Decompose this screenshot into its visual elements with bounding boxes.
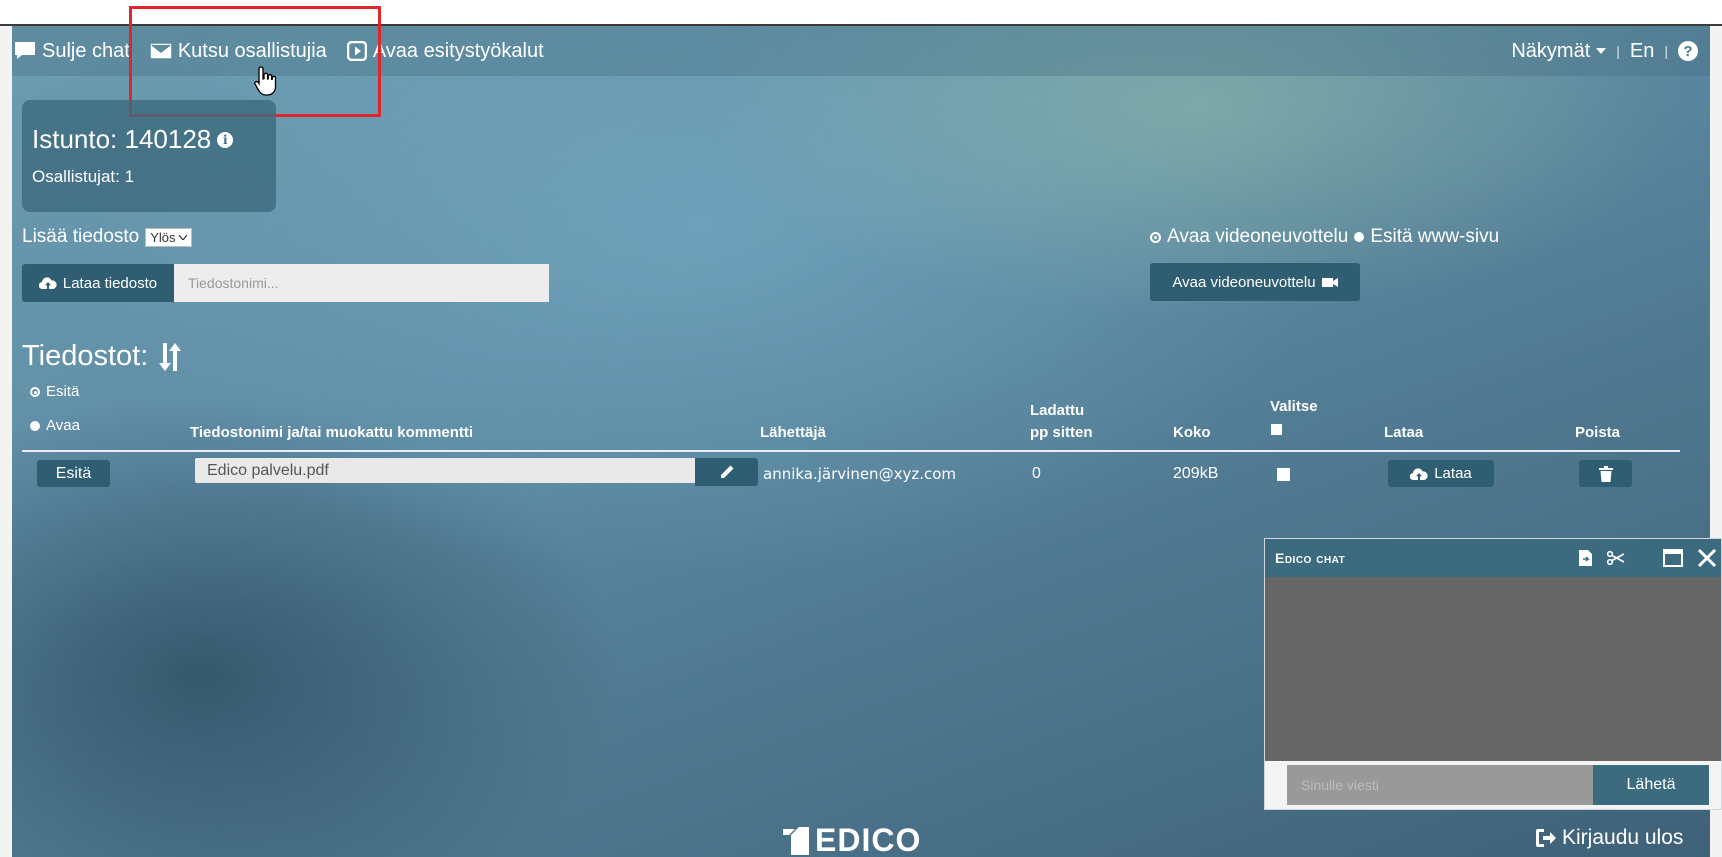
files-heading-label: Tiedostot: <box>22 340 149 372</box>
trash-icon <box>1598 465 1613 482</box>
upload-file-button[interactable]: Lataa tiedosto <box>22 264 174 302</box>
present-radio-option[interactable]: Esitä <box>30 383 79 400</box>
present-file-button[interactable]: Esitä <box>37 460 110 487</box>
pencil-icon <box>720 465 733 478</box>
delete-file-button[interactable] <box>1579 460 1632 487</box>
direction-select-value: Ylös <box>150 229 176 245</box>
chat-message-input[interactable]: Sinulle viesti <box>1287 765 1593 805</box>
radio-open <box>30 420 40 431</box>
close-chat-label: Sulje chat <box>42 39 130 62</box>
chat-bubble-icon <box>15 42 35 59</box>
column-header-select: Valitse <box>1270 398 1318 415</box>
select-file-checkbox[interactable] <box>1277 468 1290 481</box>
logout-link[interactable]: Kirjaudu ulos <box>1536 826 1683 850</box>
hand-cursor-icon <box>254 66 277 96</box>
upload-file-label: Lataa tiedosto <box>62 274 158 292</box>
open-video-conference-button[interactable]: Avaa videoneuvottelu <box>1150 263 1360 301</box>
chat-messages-area <box>1265 577 1721 761</box>
column-header-filename: Tiedostonimi ja/tai muokattu kommentti <box>190 424 474 441</box>
views-dropdown[interactable]: Näkymät <box>1511 39 1607 63</box>
chat-title: Edico chat <box>1275 550 1346 566</box>
download-file-label: Lataa <box>1434 465 1472 482</box>
table-header-divider <box>22 450 1680 452</box>
cloud-upload-icon <box>38 277 57 290</box>
radio-open-label: Avaa <box>46 417 80 434</box>
sign-out-icon <box>1536 829 1556 847</box>
separator: | <box>1616 43 1620 59</box>
participant-count: Osallistujat: 1 <box>32 167 135 186</box>
sender-email: annika.järvinen@xyz.com <box>763 465 957 483</box>
column-header-sender: Lähettäjä <box>760 424 826 441</box>
column-header-delete: Poista <box>1575 424 1621 441</box>
column-header-size: Koko <box>1173 424 1211 441</box>
views-label: Näkymät <box>1511 39 1591 62</box>
edico-logo-mark-icon <box>783 826 809 855</box>
close-chat-button[interactable]: Sulje chat <box>14 40 130 63</box>
add-file-row: Lisää tiedosto Ylös <box>22 226 192 248</box>
present-web-option-label: Esitä www-sivu <box>1370 226 1500 247</box>
chat-footer: Sinulle viesti Lähetä <box>1265 761 1721 809</box>
column-header-download: Lataa <box>1384 424 1424 441</box>
add-file-label: Lisää tiedosto <box>22 226 140 247</box>
scissors-icon[interactable] <box>1607 551 1625 565</box>
upload-group: Lataa tiedosto Tiedostonimi... <box>22 264 549 302</box>
sort-icon[interactable] <box>158 342 184 371</box>
chat-header: Edico chat <box>1265 539 1721 577</box>
close-icon[interactable] <box>1697 548 1717 568</box>
edit-filename-button[interactable] <box>695 458 758 486</box>
column-header-uploaded: Ladattu <box>1030 402 1085 419</box>
export-file-icon[interactable] <box>1579 550 1593 566</box>
separator: | <box>1664 43 1668 59</box>
filename-comment-field[interactable]: Edico palvelu.pdf <box>195 458 695 483</box>
open-video-conference-label: Avaa videoneuvottelu <box>1172 273 1316 291</box>
chevron-down-icon <box>178 234 187 240</box>
info-icon[interactable]: i <box>217 131 234 148</box>
language-toggle[interactable]: En <box>1630 40 1654 63</box>
cloud-download-icon <box>1410 467 1428 480</box>
radio-present-label: Esitä <box>46 383 80 400</box>
video-options: Avaa videoneuvottelu Esitä www-sivu <box>1150 226 1499 248</box>
left-edge <box>0 26 12 857</box>
file-size: 209kB <box>1173 465 1219 482</box>
open-presentation-tools-label: Avaa esitystyökalut <box>372 39 544 62</box>
video-camera-icon <box>1321 277 1338 287</box>
download-file-button[interactable]: Lataa <box>1388 460 1494 487</box>
radio-present-web[interactable] <box>1354 232 1365 242</box>
session-title: Istunto: 140128 <box>32 124 212 154</box>
uploaded-days: 0 <box>1032 465 1041 482</box>
direction-select[interactable]: Ylös <box>145 227 192 247</box>
open-radio-option[interactable]: Avaa <box>30 417 80 434</box>
toolbar-right: Näkymät | En | ? <box>1511 26 1698 76</box>
chat-header-icons <box>1579 539 1717 577</box>
files-heading: Tiedostot: <box>22 340 184 373</box>
chat-window: Edico chat Sinulle viesti Lähetä <box>1264 538 1722 810</box>
logout-label: Kirjaudu ulos <box>1562 826 1684 849</box>
caret-down-icon <box>1596 48 1607 54</box>
open-video-option-label: Avaa videoneuvottelu <box>1167 226 1349 247</box>
session-card: Istunto: 140128 i Osallistujat: 1 <box>22 100 276 212</box>
maximize-icon[interactable] <box>1663 549 1683 567</box>
filename-input[interactable]: Tiedostonimi... <box>174 264 549 302</box>
column-header-uploaded-sub: pp sitten <box>1030 424 1093 441</box>
radio-open-video-selected[interactable] <box>1150 231 1161 243</box>
edico-logo-text: EDICO <box>815 822 922 857</box>
help-icon[interactable]: ? <box>1678 41 1698 61</box>
edico-logo: EDICO <box>783 822 921 857</box>
session-title-row: Istunto: 140128 i <box>32 124 266 155</box>
select-all-checkbox[interactable] <box>1271 424 1282 435</box>
chat-send-button[interactable]: Lähetä <box>1593 765 1709 805</box>
radio-present-selected <box>30 386 40 397</box>
